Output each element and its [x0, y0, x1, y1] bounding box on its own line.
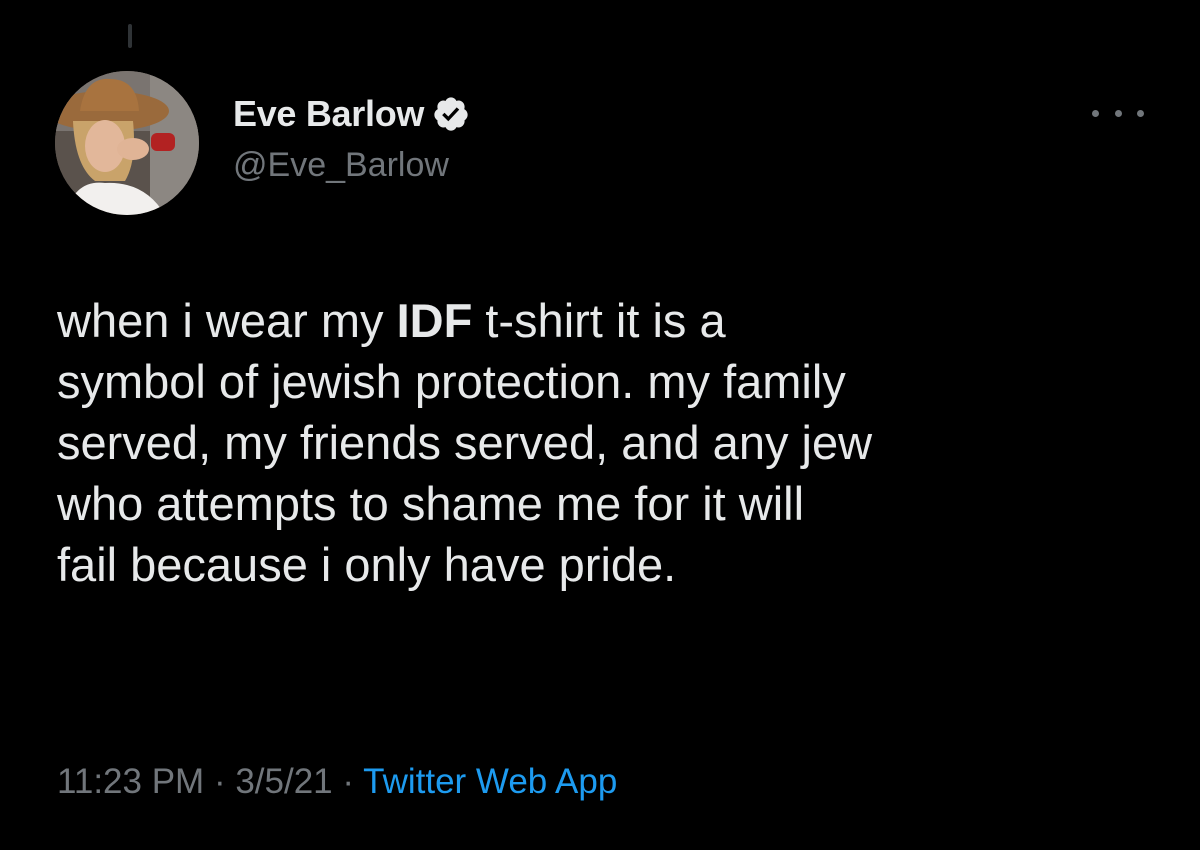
avatar[interactable]	[55, 71, 199, 215]
more-horizontal-icon	[1092, 109, 1099, 117]
tweet-time[interactable]: 11:23 PM	[57, 762, 204, 801]
author-handle[interactable]: @Eve_Barlow	[233, 146, 449, 185]
tweet-date[interactable]: 3/5/21	[235, 762, 332, 801]
meta-separator: ·	[204, 762, 236, 801]
more-horizontal-icon	[1137, 109, 1144, 117]
author-display-name[interactable]: Eve Barlow	[233, 93, 424, 135]
meta-separator: ·	[332, 762, 364, 801]
thread-connector-line	[128, 24, 132, 48]
more-horizontal-icon	[1114, 109, 1122, 117]
tweet-text-part: when i wear my	[57, 294, 397, 347]
verified-badge-icon	[432, 95, 470, 133]
more-options-button[interactable]	[1092, 100, 1144, 126]
avatar-image	[55, 71, 199, 215]
author-name-row[interactable]: Eve Barlow	[233, 92, 470, 136]
tweet-text-bold: IDF	[396, 294, 473, 347]
tweet-text: when i wear my IDF t-shirt it is a symbo…	[57, 290, 1167, 595]
tweet-card: Eve Barlow @Eve_Barlow when i wear my ID…	[0, 0, 1200, 850]
tweet-meta: 11:23 PM · 3/5/21 · Twitter Web App	[57, 762, 617, 802]
tweet-source-link[interactable]: Twitter Web App	[363, 762, 617, 801]
